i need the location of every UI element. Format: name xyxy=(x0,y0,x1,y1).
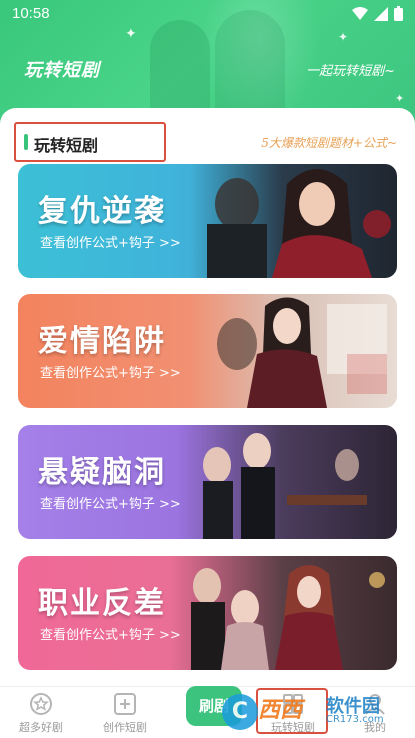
wifi-icon xyxy=(352,6,368,20)
section-header: 玩转短剧 xyxy=(14,122,166,162)
tab-label: 超多好剧 xyxy=(19,721,63,734)
signal-icon xyxy=(374,6,388,21)
card-cta-link[interactable]: 查看创作公式+钩子 >> xyxy=(40,624,181,643)
tab-create[interactable]: 创作短剧 xyxy=(90,687,160,738)
card-title: 爱情陷阱 xyxy=(38,324,166,359)
section-title: 玩转短剧 xyxy=(34,136,99,155)
card-cta-link[interactable]: 查看创作公式+钩子 >> xyxy=(40,232,181,251)
card-photo xyxy=(217,297,387,408)
sparkle-icon: ✦ xyxy=(395,92,405,105)
card-photo xyxy=(207,169,391,278)
card-photo xyxy=(191,565,385,670)
site-watermark: C 西西 软件园 CR173.com xyxy=(222,690,392,730)
card-title: 悬疑脑洞 xyxy=(38,455,166,490)
star-badge-icon xyxy=(30,693,52,715)
card-title: 职业反差 xyxy=(38,586,166,621)
watermark-mid: 西西 xyxy=(258,698,303,723)
header-slogan: 一起玩转短剧~ xyxy=(306,64,395,79)
plus-square-icon xyxy=(114,693,136,715)
watermark-url: CR173.com xyxy=(326,714,384,725)
card-photo xyxy=(203,433,367,539)
sparkle-icon: ✦ xyxy=(125,26,137,42)
card-cta-link[interactable]: 查看创作公式+钩子 >> xyxy=(40,362,181,381)
app-title: 玩转短剧 xyxy=(24,60,100,81)
watermark-logo: C xyxy=(222,694,258,730)
sparkle-icon: ✦ xyxy=(338,30,349,44)
status-time: 10:58 xyxy=(12,5,50,22)
genre-card-suspense[interactable]: 悬疑脑洞 查看创作公式+钩子 >> xyxy=(18,425,397,539)
card-title: 复仇逆袭 xyxy=(38,194,166,229)
genre-card-career-contrast[interactable]: 职业反差 查看创作公式+钩子 >> xyxy=(18,556,397,670)
status-bar: 10:58 xyxy=(0,0,415,28)
tab-label: 创作短剧 xyxy=(103,721,147,734)
genre-card-revenge[interactable]: 复仇逆袭 查看创作公式+钩子 >> xyxy=(18,164,397,278)
tab-dramas[interactable]: 超多好剧 xyxy=(6,687,76,738)
battery-icon xyxy=(394,6,403,21)
section-subtitle: 5大爆款短剧题材+公式~ xyxy=(261,136,397,150)
section-accent-bar xyxy=(24,134,28,150)
card-cta-link[interactable]: 查看创作公式+钩子 >> xyxy=(40,493,181,512)
status-icons xyxy=(352,6,403,21)
genre-card-love-trap[interactable]: 爱情陷阱 查看创作公式+钩子 >> xyxy=(18,294,397,408)
